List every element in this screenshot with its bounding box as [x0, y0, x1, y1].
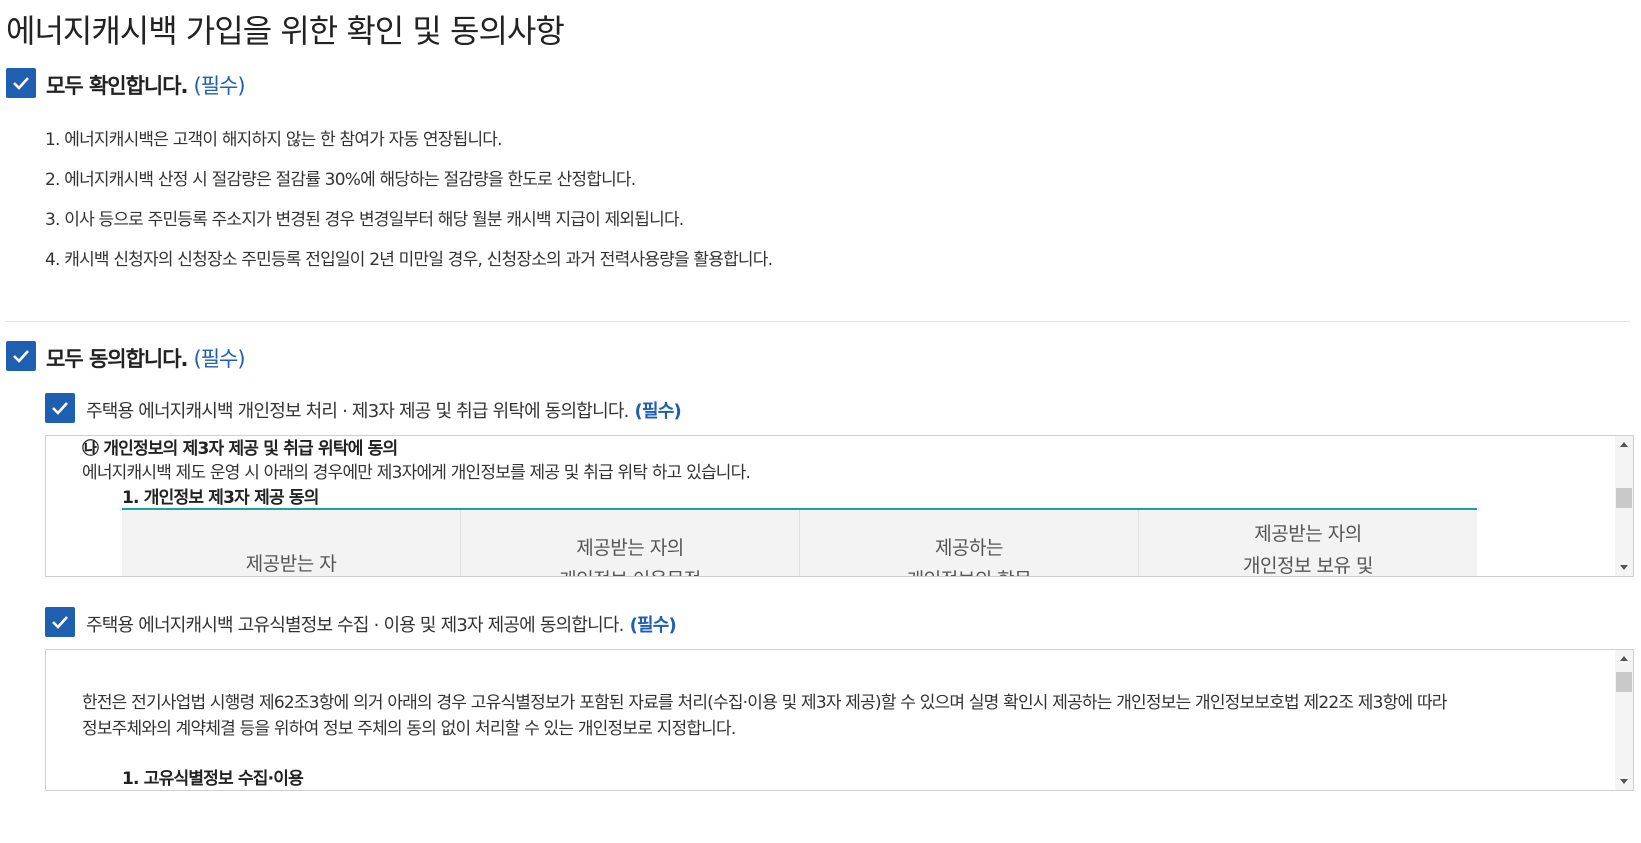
table-header-purpose: 제공받는 자의 개인정보 이용목적: [461, 510, 800, 576]
confirm-item-4: 4. 캐시백 신청자의 신청장소 주민등록 전입일이 2년 미만일 경우, 신청…: [45, 250, 773, 270]
privacy-terms-box[interactable]: ㉯ 개인정보의 제3자 제공 및 취급 위탁에 동의 에너지캐시백 제도 운영 …: [45, 435, 1634, 577]
table-header-text: 개인정보의 항목: [800, 564, 1138, 576]
privacy-subsection: 1. 개인정보 제3자 제공 동의: [122, 488, 319, 508]
required-badge: (필수): [634, 401, 682, 422]
check-icon: [52, 402, 68, 415]
table-header-text: 개인정보 이용목적: [461, 564, 799, 576]
provision-table-header: 제공받는 자 제공받는 자의 개인정보 이용목적 제공하는 개인정보의 항목 제…: [122, 508, 1477, 577]
table-header-text: 제공받는 자: [245, 553, 337, 575]
agree-all-checkbox[interactable]: [6, 341, 36, 371]
agree-all-label[interactable]: 모두 동의합니다. (필수): [46, 343, 246, 373]
scroll-up-icon[interactable]: [1620, 442, 1628, 447]
agree-all-text: 모두 동의합니다.: [46, 347, 189, 371]
table-header-recipient: 제공받는 자: [122, 510, 461, 576]
table-header-text: 개인정보 보유 및: [1243, 555, 1373, 577]
consent-unique-id-checkbox[interactable]: [45, 607, 75, 637]
privacy-scrollbar[interactable]: [1615, 436, 1633, 576]
scroll-thumb[interactable]: [1616, 672, 1632, 692]
scroll-down-icon[interactable]: [1620, 565, 1628, 570]
required-badge: (필수): [193, 347, 246, 371]
scroll-up-icon[interactable]: [1620, 656, 1628, 661]
table-header-text: 제공받는 자의: [1254, 523, 1362, 545]
consent-privacy-text: 주택용 에너지캐시백 개인정보 처리 · 제3자 제공 및 취급 위탁에 동의합…: [86, 401, 629, 422]
confirm-all-label[interactable]: 모두 확인합니다. (필수): [46, 70, 246, 100]
section-divider: [6, 321, 1630, 322]
privacy-section-title: ㉯ 개인정보의 제3자 제공 및 취급 위탁에 동의: [82, 439, 398, 459]
privacy-intro: 에너지캐시백 제도 운영 시 아래의 경우에만 제3자에게 개인정보를 제공 및…: [82, 463, 751, 483]
scroll-down-icon[interactable]: [1620, 779, 1628, 784]
confirm-all-checkbox[interactable]: [6, 68, 36, 98]
required-badge: (필수): [629, 615, 677, 636]
scroll-thumb[interactable]: [1616, 488, 1632, 508]
consent-privacy-label[interactable]: 주택용 에너지캐시백 개인정보 처리 · 제3자 제공 및 취급 위탁에 동의합…: [86, 397, 682, 423]
required-badge: (필수): [193, 74, 246, 98]
unique-id-paragraph-line1: 한전은 전기사업법 시행령 제62조3항에 의거 아래의 경우 고유식별정보가 …: [82, 693, 1447, 713]
unique-id-paragraph-line2: 정보주체와의 계약체결 등을 위하여 정보 주체의 동의 없이 처리할 수 있는…: [82, 719, 736, 739]
consent-privacy-checkbox[interactable]: [45, 393, 75, 423]
confirm-item-2: 2. 에너지캐시백 산정 시 절감량은 절감률 30%에 해당하는 절감량을 한…: [45, 170, 636, 190]
table-header-text: 제공하는: [935, 537, 1003, 559]
confirm-item-3: 3. 이사 등으로 주민등록 주소지가 변경된 경우 변경일부터 해당 월분 캐…: [45, 210, 684, 230]
table-header-items: 제공하는 개인정보의 항목: [800, 510, 1139, 576]
consent-unique-id-label[interactable]: 주택용 에너지캐시백 고유식별정보 수집 · 이용 및 제3자 제공에 동의합니…: [86, 611, 677, 637]
consent-unique-id-text: 주택용 에너지캐시백 고유식별정보 수집 · 이용 및 제3자 제공에 동의합니…: [86, 615, 624, 636]
check-icon: [13, 350, 29, 363]
unique-id-terms-box[interactable]: 한전은 전기사업법 시행령 제62조3항에 의거 아래의 경우 고유식별정보가 …: [45, 649, 1634, 791]
table-header-retention: 제공받는 자의 개인정보 보유 및: [1139, 510, 1477, 577]
table-header-text: 제공받는 자의: [576, 537, 684, 559]
check-icon: [13, 77, 29, 90]
page-title: 에너지캐시백 가입을 위한 확인 및 동의사항: [6, 12, 565, 50]
check-icon: [52, 616, 68, 629]
confirm-item-1: 1. 에너지캐시백은 고객이 해지하지 않는 한 참여가 자동 연장됩니다.: [45, 130, 503, 150]
confirm-all-text: 모두 확인합니다.: [46, 74, 189, 98]
unique-id-subsection: 1. 고유식별정보 수집·이용: [122, 769, 304, 789]
unique-id-scrollbar[interactable]: [1615, 650, 1633, 790]
